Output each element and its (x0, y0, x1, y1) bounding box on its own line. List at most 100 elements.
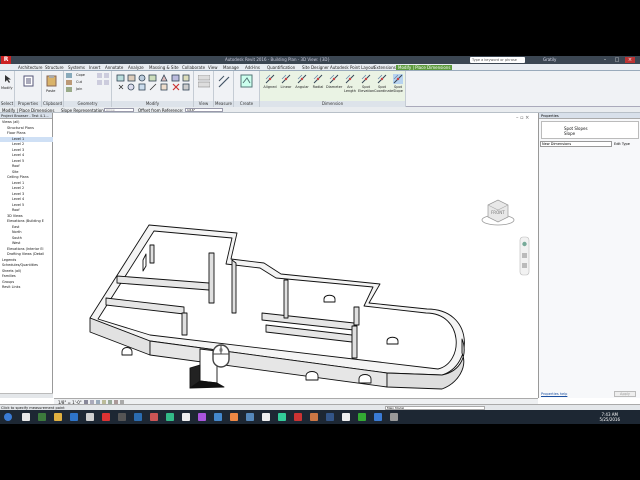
taskbar-app-16-icon[interactable] (262, 413, 270, 421)
browser-tree-item[interactable]: 3D Views (0, 214, 53, 219)
paste-icon[interactable] (46, 74, 57, 87)
taskbar-app-5-icon[interactable] (86, 413, 94, 421)
browser-tree-item[interactable]: Groups (0, 280, 53, 285)
3d-view-canvas[interactable]: FRONT – ▫ × (54, 113, 538, 398)
angular-dimension-button[interactable]: Angular (294, 85, 310, 89)
browser-tree-item[interactable]: Elevations (Building E (0, 219, 53, 224)
taskbar-app-3-icon[interactable] (54, 413, 62, 421)
tab-systems[interactable]: Systems (68, 65, 85, 70)
cope-button[interactable]: Cope (76, 73, 85, 77)
taskbar-app-2-icon[interactable] (38, 413, 46, 421)
browser-tree-item[interactable]: Revit Links (0, 285, 53, 290)
tab-collaborate[interactable]: Collaborate (182, 65, 205, 70)
browser-tree-item[interactable]: Views (all) (0, 120, 53, 125)
angular-dimension-icon[interactable] (297, 74, 307, 84)
tab-view[interactable]: View (208, 65, 218, 70)
navigation-bar[interactable] (519, 236, 530, 276)
browser-tree-item[interactable]: Legends (0, 258, 53, 263)
browser-tree-item[interactable]: Level 4 (0, 197, 53, 202)
browser-tree-item[interactable]: Floor Plans (0, 131, 53, 136)
tab-structure[interactable]: Structure (45, 65, 64, 70)
user-name[interactable]: Gratily (543, 57, 556, 62)
minimize-icon[interactable]: – (600, 57, 610, 63)
tab-quantification[interactable]: Quantification (267, 65, 295, 70)
viewcube[interactable]: FRONT (481, 199, 515, 226)
start-button-icon[interactable] (4, 413, 12, 421)
spot-elevation-dimension-icon[interactable] (361, 74, 371, 84)
browser-tree-item[interactable]: Level 3 (0, 192, 53, 197)
measure-icon[interactable] (218, 75, 230, 89)
tab-manage[interactable]: Manage (223, 65, 239, 70)
browser-tree-item[interactable]: Site (0, 170, 53, 175)
tab-add-ins[interactable]: Add-Ins (245, 65, 260, 70)
browser-tree-item[interactable]: North (0, 230, 53, 235)
tab-point-layout[interactable]: Autodesk Point Layout (330, 65, 375, 70)
taskbar-app-14-icon[interactable] (230, 413, 238, 421)
zoom-icon[interactable] (522, 253, 527, 258)
pan-icon[interactable] (522, 263, 527, 268)
taskbar-app-20-icon[interactable] (326, 413, 334, 421)
revit-logo-icon[interactable]: R (1, 56, 11, 64)
close-icon[interactable]: × (625, 57, 635, 63)
browser-scrollbar[interactable] (0, 393, 53, 398)
system-clock[interactable]: 7:43 AM 5/25/2016 (599, 412, 620, 422)
spot-slope-dimension-icon[interactable] (393, 74, 403, 84)
taskbar-app-13-icon[interactable] (214, 413, 222, 421)
building-3d-model[interactable]: FRONT – ▫ × (54, 113, 538, 398)
browser-tree-item[interactable]: South (0, 236, 53, 241)
spot-coordinate-dimension-icon[interactable] (377, 74, 387, 84)
type-selector[interactable]: Spot Slopes Slope (541, 121, 639, 139)
tab-massing-site[interactable]: Massing & Site (149, 65, 179, 70)
view-window-controls[interactable]: – ▫ × (516, 115, 529, 121)
browser-tree-item[interactable]: Ceiling Plans (0, 175, 53, 180)
view-tools-icon[interactable] (198, 75, 210, 89)
aligned-dimension-button[interactable]: Aligned (262, 85, 278, 89)
radial-dimension-button[interactable]: Radial (310, 85, 326, 89)
browser-tree-item[interactable]: Level 2 (0, 186, 53, 191)
join-button[interactable]: Join (76, 87, 82, 91)
taskbar-app-17-icon[interactable] (278, 413, 286, 421)
steering-wheel-icon[interactable] (522, 241, 527, 247)
cut-button[interactable]: Cut (76, 80, 82, 84)
radial-dimension-icon[interactable] (313, 74, 323, 84)
spot-slope-dimension-button[interactable]: Spot Slope (390, 85, 406, 93)
browser-tree-item[interactable]: Roof (0, 164, 53, 169)
spot-elevation-dimension-button[interactable]: Spot Elevation (358, 85, 374, 93)
taskbar-app-23-icon[interactable] (374, 413, 382, 421)
offset-reference-input[interactable]: 1/16" (185, 108, 223, 112)
taskbar-app-11-icon[interactable] (182, 413, 190, 421)
taskbar-app-7-icon[interactable] (118, 413, 126, 421)
browser-tree-item[interactable]: Drafting Views (Detail (0, 252, 53, 257)
tab-extensions[interactable]: Extensions (374, 65, 396, 70)
browser-tree-item[interactable]: Level 2 (0, 142, 53, 147)
geometry-extra-icon[interactable] (97, 73, 111, 93)
taskbar-app-8-icon[interactable] (134, 413, 142, 421)
diameter-dimension-button[interactable]: Diameter (326, 85, 342, 89)
taskbar-app-22-icon[interactable] (358, 413, 366, 421)
taskbar-app-10-icon[interactable] (166, 413, 174, 421)
taskbar-app-18-icon[interactable] (294, 413, 302, 421)
slope-representation-select[interactable]: Arrow (104, 108, 134, 112)
properties-icon[interactable] (23, 75, 34, 87)
aligned-dimension-icon[interactable] (265, 74, 275, 84)
diameter-dimension-icon[interactable] (329, 74, 339, 84)
linear-dimension-icon[interactable] (281, 74, 291, 84)
browser-tree-item[interactable]: Structural Plans (0, 126, 53, 131)
browser-tree-item[interactable]: Level 1 (0, 181, 53, 186)
taskbar-app-15-icon[interactable] (246, 413, 254, 421)
browser-tree-item[interactable]: Level 5 (0, 203, 53, 208)
create-icon[interactable] (240, 74, 254, 90)
taskbar-app-1-icon[interactable] (22, 413, 30, 421)
spot-coordinate-dimension-button[interactable]: Spot Coordinate (374, 85, 393, 93)
modify-button[interactable]: Modify (1, 86, 13, 90)
linear-dimension-button[interactable]: Linear (278, 85, 294, 89)
tab-analyze[interactable]: Analyze (128, 65, 144, 70)
browser-tree-item[interactable]: Level 5 (0, 159, 53, 164)
browser-tree-item[interactable]: Schedules/Quantities (0, 263, 53, 268)
browser-tree-item[interactable]: Elevations (Interior El (0, 247, 53, 252)
taskbar-app-19-icon[interactable] (310, 413, 318, 421)
paste-button[interactable]: Paste (46, 89, 55, 93)
taskbar-app-12-icon[interactable] (198, 413, 206, 421)
maximize-icon[interactable]: □ (612, 57, 622, 63)
tab-architecture[interactable]: Architecture (18, 65, 43, 70)
